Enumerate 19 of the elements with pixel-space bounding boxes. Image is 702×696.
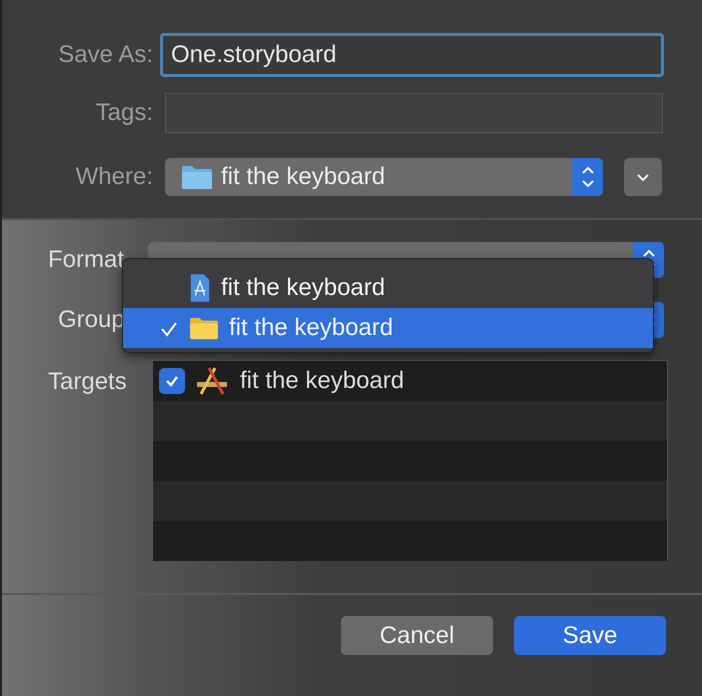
menu-item[interactable]: fit the keyboard <box>123 268 653 308</box>
save-button[interactable]: Save <box>514 616 666 655</box>
cancel-button[interactable]: Cancel <box>341 616 493 655</box>
app-icon <box>195 366 229 396</box>
save-as-field[interactable]: One.storyboard <box>160 33 664 77</box>
tags-field[interactable] <box>165 93 663 133</box>
format-label: Format <box>47 246 126 274</box>
save-as-label: Save As: <box>57 41 153 69</box>
expand-button[interactable] <box>624 158 662 196</box>
tags-label: Tags: <box>94 99 153 127</box>
folder-icon <box>189 316 219 340</box>
checkbox[interactable] <box>159 368 185 394</box>
document-icon <box>189 273 211 303</box>
where-popup[interactable]: fit the keyboard <box>165 158 603 196</box>
targets-label: Targets <box>47 368 128 396</box>
folder-icon <box>181 164 213 190</box>
menu-item[interactable]: fit the keyboard <box>123 308 653 348</box>
group-label: Group <box>57 306 126 334</box>
where-label: Where: <box>74 163 153 191</box>
